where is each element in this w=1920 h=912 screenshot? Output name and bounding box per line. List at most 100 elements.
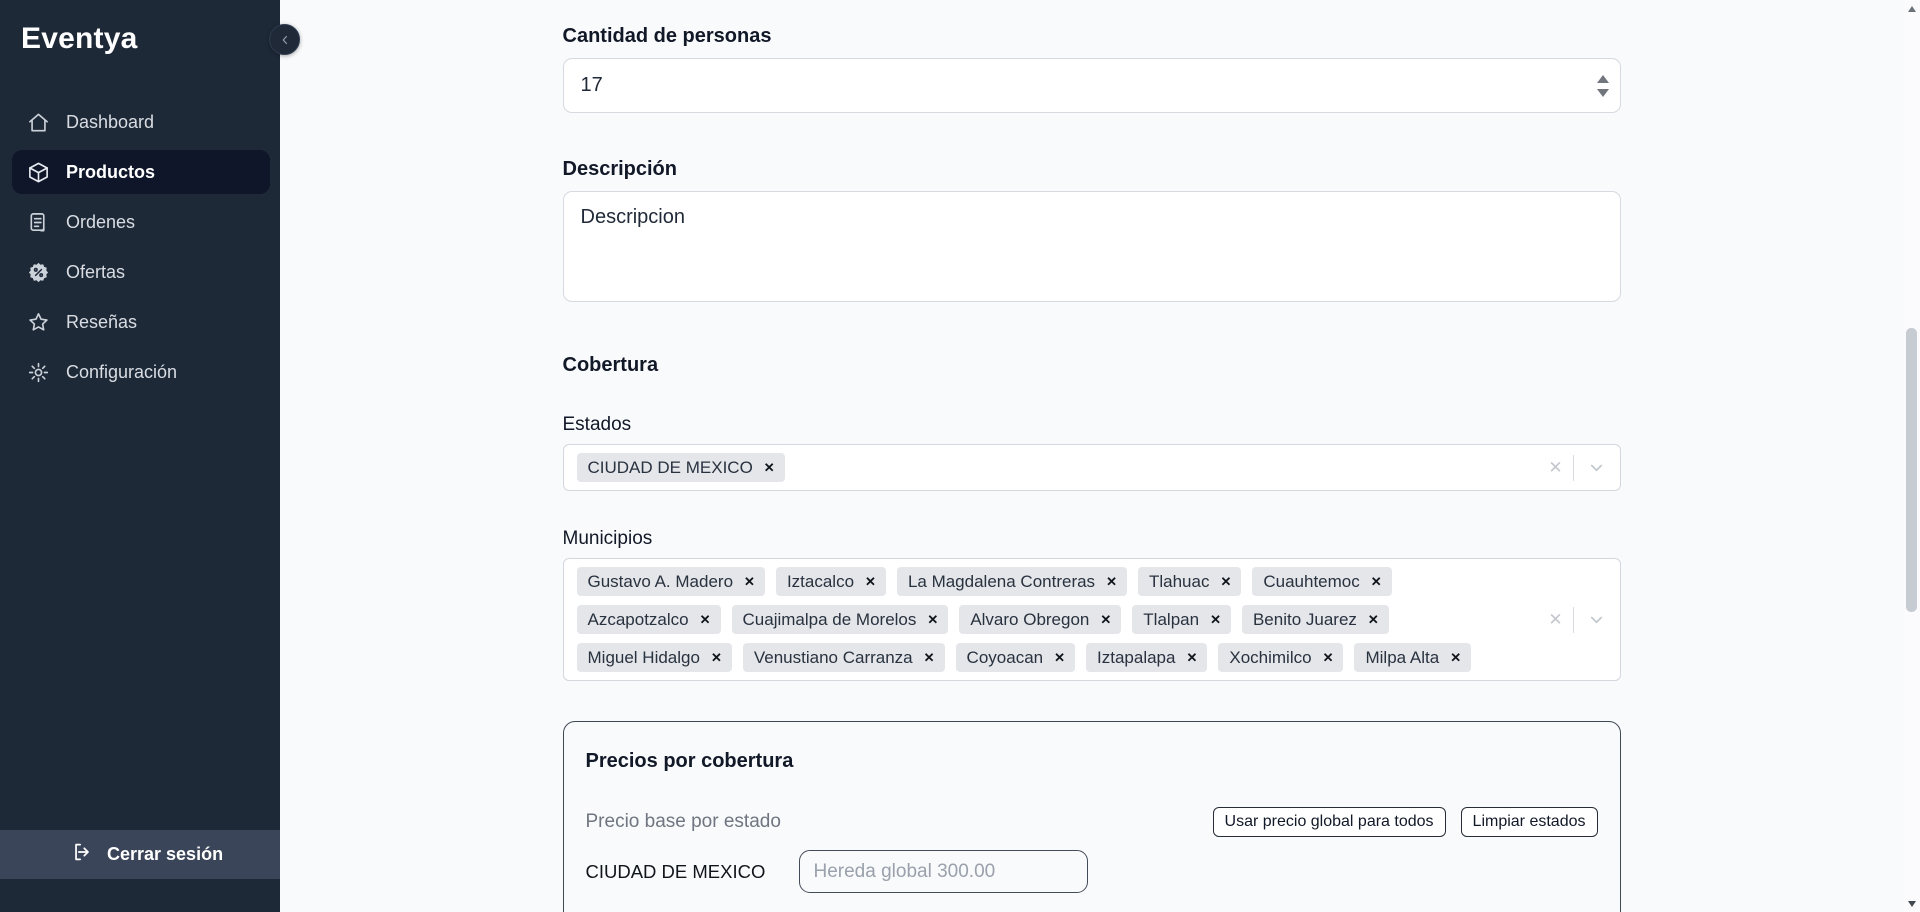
estado-tag-label: CIUDAD DE MEXICO xyxy=(588,458,753,478)
remove-tag-icon[interactable]: ✕ xyxy=(711,651,722,664)
municipio-tag-label: Iztapalapa xyxy=(1097,648,1175,668)
remove-tag-icon[interactable]: ✕ xyxy=(1054,651,1065,664)
remove-tag-icon[interactable]: ✕ xyxy=(927,613,938,626)
sidebar-collapse-button[interactable] xyxy=(269,24,300,55)
sidebar-item-label: Ofertas xyxy=(66,262,125,283)
remove-tag-icon[interactable]: ✕ xyxy=(1368,613,1379,626)
receipt-icon xyxy=(27,211,50,234)
municipio-tag-label: Cuauhtemoc xyxy=(1263,572,1359,592)
sidebar: Eventya Dashboard Productos Ordenes xyxy=(0,0,280,912)
sidebar-item-label: Ordenes xyxy=(66,212,135,233)
gear-icon xyxy=(27,361,50,384)
spinner-up-icon[interactable] xyxy=(1597,75,1609,83)
remove-tag-icon[interactable]: ✕ xyxy=(1186,651,1197,664)
precio-estado-input[interactable] xyxy=(799,850,1088,893)
descripcion-label: Descripción xyxy=(563,157,1621,181)
estados-label: Estados xyxy=(563,414,1621,436)
main-content: Cantidad de personas Descripción Descrip… xyxy=(280,0,1903,912)
spinner-down-icon[interactable] xyxy=(1597,89,1609,97)
remove-tag-icon[interactable]: ✕ xyxy=(924,651,935,664)
sidebar-item-dashboard[interactable]: Dashboard xyxy=(12,100,270,144)
sidebar-nav: Dashboard Productos Ordenes Ofertas xyxy=(0,100,280,400)
sidebar-item-productos[interactable]: Productos xyxy=(12,150,270,194)
remove-tag-icon[interactable]: ✕ xyxy=(700,613,711,626)
sidebar-item-ofertas[interactable]: Ofertas xyxy=(12,250,270,294)
municipio-tag-label: Xochimilco xyxy=(1229,648,1311,668)
remove-tag-icon[interactable]: ✕ xyxy=(1371,575,1382,588)
logout-button[interactable]: Cerrar sesión xyxy=(0,830,280,879)
descripcion-textarea[interactable]: Descripcion xyxy=(563,191,1621,302)
select-controls: ✕ xyxy=(1539,445,1620,490)
remove-tag-icon[interactable]: ✕ xyxy=(865,575,876,588)
municipios-label: Municipios xyxy=(563,528,1621,550)
municipio-tag-label: Alvaro Obregon xyxy=(970,610,1089,630)
chevron-down-icon[interactable] xyxy=(1574,610,1620,629)
logout-label: Cerrar sesión xyxy=(107,844,223,865)
cobertura-heading: Cobertura xyxy=(563,354,1621,377)
remove-tag-icon[interactable]: ✕ xyxy=(1323,651,1334,664)
remove-tag-icon[interactable]: ✕ xyxy=(744,575,755,588)
municipio-tag-label: Miguel Hidalgo xyxy=(588,648,700,668)
estado-name: CIUDAD DE MEXICO xyxy=(586,861,799,883)
chevron-left-icon xyxy=(278,33,292,47)
star-icon xyxy=(27,311,50,334)
home-icon xyxy=(27,111,50,134)
clear-all-icon[interactable]: ✕ xyxy=(1539,458,1573,478)
precios-heading: Precios por cobertura xyxy=(586,750,1598,773)
clear-states-button[interactable]: Limpiar estados xyxy=(1461,807,1598,837)
precios-subheading: Precio base por estado xyxy=(586,811,781,833)
select-controls: ✕ xyxy=(1539,559,1620,680)
sidebar-item-label: Productos xyxy=(66,162,155,183)
municipio-tag: Benito Juarez ✕ xyxy=(1242,605,1389,634)
scrollbar-thumb[interactable] xyxy=(1906,328,1917,612)
remove-tag-icon[interactable]: ✕ xyxy=(1210,613,1221,626)
sidebar-item-label: Configuración xyxy=(66,362,177,383)
municipio-tag-label: Venustiano Carranza xyxy=(754,648,913,668)
municipio-tag: Milpa Alta ✕ xyxy=(1354,643,1471,672)
municipio-tag: Venustiano Carranza ✕ xyxy=(743,643,945,672)
municipio-tag-label: La Magdalena Contreras xyxy=(908,572,1095,592)
number-spinner xyxy=(1597,75,1609,97)
use-global-price-button[interactable]: Usar precio global para todos xyxy=(1213,807,1446,837)
discount-badge-icon xyxy=(27,261,50,284)
chevron-down-icon[interactable] xyxy=(1574,458,1620,477)
municipio-tag-label: Tlahuac xyxy=(1149,572,1209,592)
cantidad-label: Cantidad de personas xyxy=(563,24,1621,48)
municipio-tag: Cuajimalpa de Morelos ✕ xyxy=(732,605,949,634)
municipio-tag: Tlahuac ✕ xyxy=(1138,567,1241,596)
price-rows: CIUDAD DE MEXICO xyxy=(586,850,1598,893)
sidebar-item-ordenes[interactable]: Ordenes xyxy=(12,200,270,244)
estados-select[interactable]: CIUDAD DE MEXICO ✕ ✕ xyxy=(563,444,1621,491)
municipio-tag: Azcapotzalco ✕ xyxy=(577,605,721,634)
scroll-down-icon[interactable] xyxy=(1903,895,1920,912)
clear-all-icon[interactable]: ✕ xyxy=(1539,610,1573,630)
municipio-tag: Coyoacan ✕ xyxy=(956,643,1075,672)
remove-tag-icon[interactable]: ✕ xyxy=(1106,575,1117,588)
remove-tag-icon[interactable]: ✕ xyxy=(1220,575,1231,588)
municipio-tag: Iztapalapa ✕ xyxy=(1086,643,1207,672)
remove-tag-icon[interactable]: ✕ xyxy=(1450,651,1461,664)
vertical-scrollbar[interactable] xyxy=(1903,0,1920,912)
sidebar-item-label: Dashboard xyxy=(66,112,154,133)
remove-tag-icon[interactable]: ✕ xyxy=(1100,613,1111,626)
municipio-tag: Iztacalco ✕ xyxy=(776,567,886,596)
cantidad-input[interactable] xyxy=(564,59,1620,112)
scroll-up-icon[interactable] xyxy=(1903,0,1920,17)
municipio-tag-label: Cuajimalpa de Morelos xyxy=(743,610,917,630)
cube-icon xyxy=(27,161,50,184)
municipio-tag: La Magdalena Contreras ✕ xyxy=(897,567,1127,596)
sidebar-item-resenas[interactable]: Reseñas xyxy=(12,300,270,344)
estado-tag: CIUDAD DE MEXICO ✕ xyxy=(577,453,785,482)
sidebar-item-configuracion[interactable]: Configuración xyxy=(12,350,270,394)
brand-logo: Eventya xyxy=(0,0,280,56)
municipio-tag: Alvaro Obregon ✕ xyxy=(959,605,1121,634)
municipio-tag-label: Iztacalco xyxy=(787,572,854,592)
sidebar-item-label: Reseñas xyxy=(66,312,137,333)
municipios-select[interactable]: Gustavo A. Madero ✕ Iztacalco ✕ La Magda… xyxy=(563,558,1621,681)
logout-icon xyxy=(71,841,93,868)
municipio-tag-label: Coyoacan xyxy=(967,648,1044,668)
cantidad-field xyxy=(563,58,1621,113)
municipio-tag: Xochimilco ✕ xyxy=(1218,643,1343,672)
municipio-tag: Gustavo A. Madero ✕ xyxy=(577,567,765,596)
remove-tag-icon[interactable]: ✕ xyxy=(764,461,775,474)
